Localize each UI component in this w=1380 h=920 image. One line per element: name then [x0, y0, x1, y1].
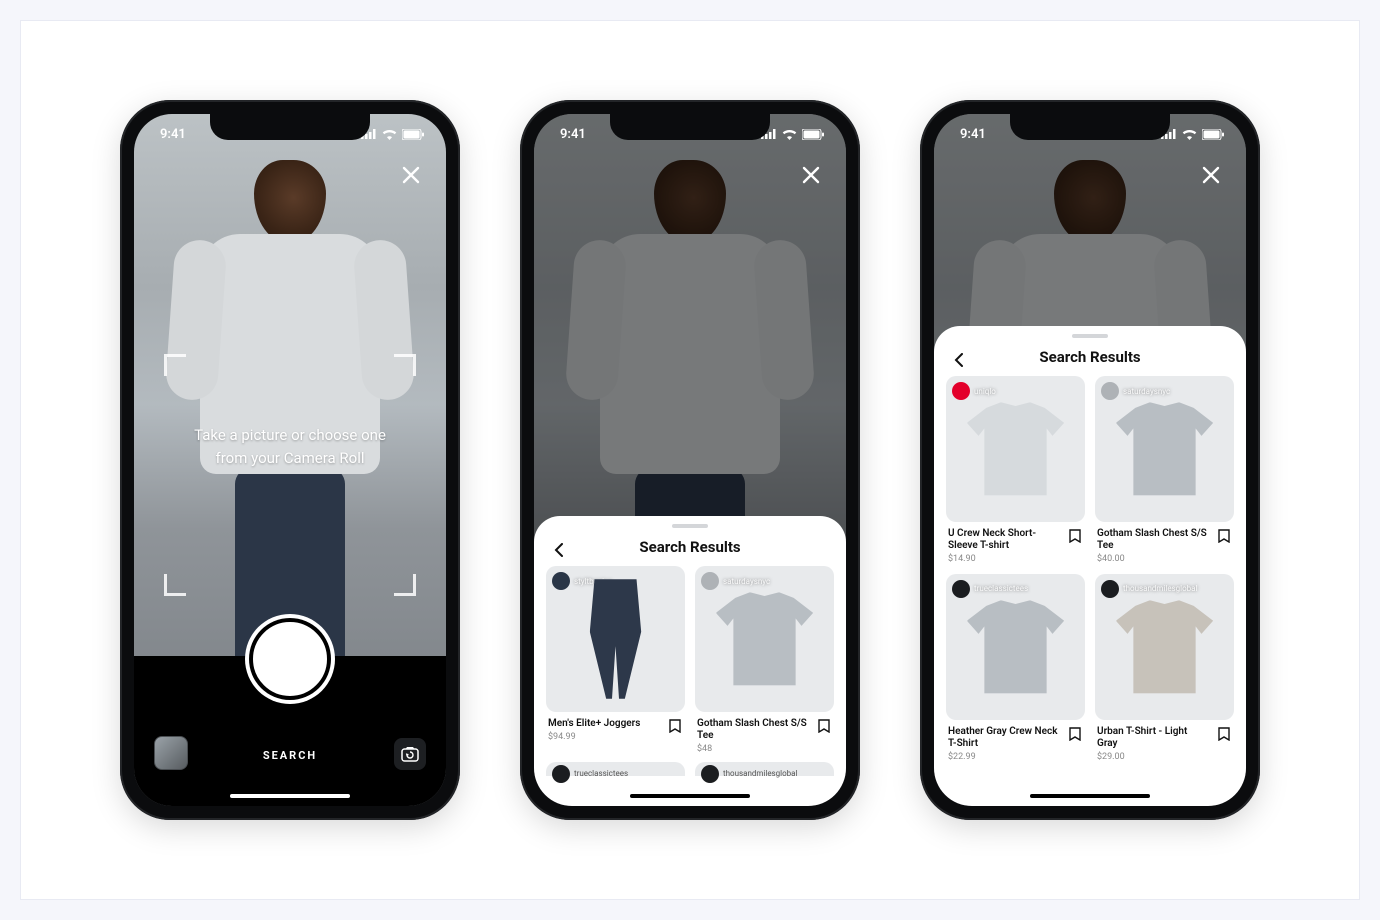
- brand-badge: thousandmilesglobal: [1101, 580, 1197, 598]
- results-peek: trueclassictees thousandmilesglobal: [534, 762, 846, 776]
- sheet-grabber[interactable]: [672, 524, 708, 528]
- close-button[interactable]: [796, 160, 826, 190]
- product-card-peek[interactable]: thousandmilesglobal: [695, 762, 834, 776]
- status-icons: [1161, 129, 1224, 140]
- product-card[interactable]: thousandmilesglobal Urban T-Shirt - Ligh…: [1095, 574, 1234, 762]
- wifi-icon: [382, 129, 397, 140]
- product-image: [716, 592, 813, 685]
- product-card-peek[interactable]: trueclassictees: [546, 762, 685, 776]
- phone-3: 9:41: [920, 100, 1260, 820]
- battery-icon: [402, 129, 424, 140]
- screen-results-half: 9:41: [534, 114, 846, 806]
- product-title: Gotham Slash Chest S/S Tee: [697, 718, 810, 742]
- results-grid: uniqlo U Crew Neck Short-Sleeve T-shirt $…: [934, 376, 1246, 774]
- camera-hint: Take a picture or choose one from your C…: [134, 424, 446, 469]
- sheet-header: Search Results: [934, 342, 1246, 376]
- product-image: [967, 600, 1064, 693]
- flip-camera-button[interactable]: [394, 738, 426, 770]
- phone-1: 9:41: [120, 100, 460, 820]
- bookmark-icon[interactable]: [1067, 726, 1083, 742]
- status-icons: [761, 129, 824, 140]
- product-image: [586, 579, 644, 699]
- back-button[interactable]: [546, 536, 574, 564]
- product-price: $29.00: [1097, 752, 1210, 762]
- product-title: Men's Elite+ Joggers: [548, 718, 640, 730]
- battery-icon: [1202, 129, 1224, 140]
- bookmark-icon[interactable]: [1067, 528, 1083, 544]
- sheet-header: Search Results: [534, 532, 846, 566]
- brand-badge: saturdaysnyc: [701, 572, 770, 590]
- product-title: Heather Gray Crew Neck T-Shirt: [948, 726, 1061, 750]
- product-card[interactable]: uniqlo U Crew Neck Short-Sleeve T-shirt $…: [946, 376, 1085, 564]
- device-notch: [610, 114, 770, 140]
- brand-badge: uniqlo: [952, 382, 996, 400]
- bookmark-icon[interactable]: [1216, 726, 1232, 742]
- product-title: Urban T-Shirt - Light Gray: [1097, 726, 1210, 750]
- product-price: $94.99: [548, 732, 640, 742]
- device-notch: [1010, 114, 1170, 140]
- wifi-icon: [782, 129, 797, 140]
- product-image: [1116, 402, 1213, 495]
- results-sheet[interactable]: Search Results uniqlo U Crew Neck Short-…: [934, 326, 1246, 806]
- product-price: $40.00: [1097, 554, 1210, 564]
- back-button[interactable]: [946, 346, 974, 374]
- wifi-icon: [1182, 129, 1197, 140]
- product-card[interactable]: trueclassictees Heather Gray Crew Neck T…: [946, 574, 1085, 762]
- device-notch: [210, 114, 370, 140]
- status-time: 9:41: [960, 127, 986, 142]
- results-grid: styltbasics Men's Elite+ Joggers $94.99: [534, 566, 846, 766]
- screen-results-full: 9:41: [934, 114, 1246, 806]
- battery-icon: [802, 129, 824, 140]
- product-card[interactable]: styltbasics Men's Elite+ Joggers $94.99: [546, 566, 685, 754]
- status-icons: [361, 129, 424, 140]
- home-indicator[interactable]: [1030, 794, 1150, 798]
- sheet-grabber[interactable]: [1072, 334, 1108, 338]
- product-card[interactable]: saturdaysnyc Gotham Slash Chest S/S Tee …: [695, 566, 834, 754]
- home-indicator[interactable]: [230, 794, 350, 798]
- product-price: $14.90: [948, 554, 1061, 564]
- close-button[interactable]: [1196, 160, 1226, 190]
- product-image: [967, 402, 1064, 495]
- product-price: $22.99: [948, 752, 1061, 762]
- status-time: 9:41: [560, 127, 586, 142]
- mockup-canvas: 9:41: [20, 20, 1360, 900]
- bookmark-icon[interactable]: [1216, 528, 1232, 544]
- status-time: 9:41: [160, 127, 186, 142]
- product-title: Gotham Slash Chest S/S Tee: [1097, 528, 1210, 552]
- phone-2: 9:41: [520, 100, 860, 820]
- product-title: U Crew Neck Short-Sleeve T-shirt: [948, 528, 1061, 552]
- brand-badge: trueclassictees: [952, 580, 1028, 598]
- shutter-button[interactable]: [253, 622, 327, 696]
- close-button[interactable]: [396, 160, 426, 190]
- bookmark-icon[interactable]: [816, 718, 832, 734]
- bookmark-icon[interactable]: [667, 718, 683, 734]
- home-indicator[interactable]: [630, 794, 750, 798]
- product-image: [1116, 600, 1213, 693]
- results-sheet[interactable]: Search Results styltbasics: [534, 516, 846, 806]
- sheet-title: Search Results: [639, 538, 740, 556]
- screen-camera: 9:41: [134, 114, 446, 806]
- brand-badge: saturdaysnyc: [1101, 382, 1170, 400]
- product-price: $48: [697, 744, 810, 754]
- sheet-title: Search Results: [1039, 348, 1140, 366]
- product-card[interactable]: saturdaysnyc Gotham Slash Chest S/S Tee $…: [1095, 376, 1234, 564]
